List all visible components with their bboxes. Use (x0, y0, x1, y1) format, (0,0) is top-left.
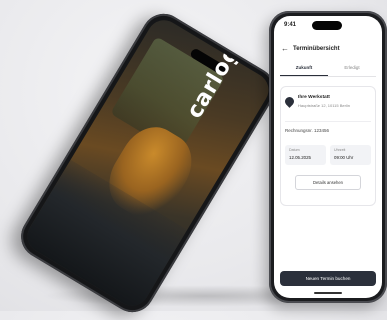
appointment-tabs: Zukunft Erledigt (280, 62, 376, 77)
time-value: 09:00 Uhr (334, 155, 354, 160)
tab-done[interactable]: Erledigt (328, 62, 376, 76)
location-text: Ihre Werkstatt Hauptstraße 12, 10115 Ber… (298, 95, 350, 108)
appointments-screen: 9:41 ← Terminübersicht Zukunft Erledigt … (274, 16, 382, 298)
page-title: Terminübersicht (293, 46, 340, 52)
phone-left: carlog (12, 5, 284, 320)
appointment-card[interactable]: Ihre Werkstatt Hauptstraße 12, 10115 Ber… (280, 86, 376, 206)
arrow-left-icon[interactable]: ← (281, 45, 289, 53)
screen-header: ← Terminübersicht (281, 43, 376, 55)
date-label: Datum (289, 148, 300, 152)
splash-screen: carlog (21, 13, 275, 313)
location-row: Ihre Werkstatt Hauptstraße 12, 10115 Ber… (283, 95, 371, 108)
time-box: Uhrzeit 09:00 Uhr (330, 145, 371, 165)
status-time: 9:41 (284, 22, 297, 28)
book-appointment-button[interactable]: Neuen Termin buchen (280, 271, 376, 286)
time-label: Uhrzeit (334, 148, 346, 152)
reference-number: Rechnungsnr. 123456 (285, 128, 330, 133)
home-indicator (314, 292, 342, 294)
location-address: Hauptstraße 12, 10115 Berlin (298, 103, 350, 108)
location-name: Ihre Werkstatt (298, 95, 330, 100)
details-button[interactable]: Details ansehen (295, 175, 361, 190)
date-value: 12.05.2025 (289, 155, 311, 160)
tab-upcoming[interactable]: Zukunft (280, 62, 328, 76)
date-box: Datum 12.05.2025 (285, 145, 326, 165)
dynamic-island (312, 21, 342, 30)
map-pin-icon (283, 95, 296, 108)
phone-right: 9:41 ← Terminübersicht Zukunft Erledigt … (269, 11, 387, 303)
date-time-row: Datum 12.05.2025 Uhrzeit 09:00 Uhr (285, 145, 371, 165)
divider (285, 121, 371, 122)
